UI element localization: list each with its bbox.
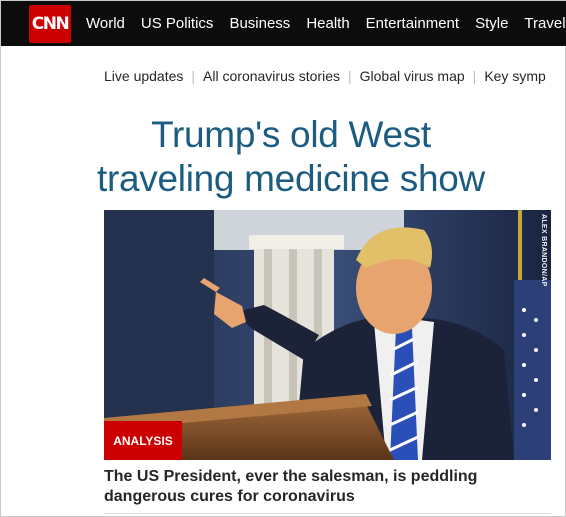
nav-item-style[interactable]: Style (475, 15, 508, 32)
article-headline[interactable]: Trump's old West traveling medicine show (81, 113, 501, 201)
nav-item-health[interactable]: Health (306, 15, 349, 32)
nav-item-travel[interactable]: Travel (524, 15, 565, 32)
photo-credit: ALEX BRANDON/AP (540, 214, 547, 287)
subnav-all-stories[interactable]: All coronavirus stories (203, 68, 340, 84)
coronavirus-subnav: Live updates | All coronavirus stories |… (104, 65, 546, 87)
subnav-divider: | (191, 68, 196, 84)
logo-text: CNN (31, 14, 70, 34)
top-navigation-bar: CNN World US Politics Business Health En… (1, 1, 566, 46)
cnn-logo[interactable]: CNN (29, 5, 71, 43)
headline-line-1: Trump's old West (151, 114, 431, 155)
nav-item-entertainment[interactable]: Entertainment (366, 15, 459, 32)
section-nav: World US Politics Business Health Entert… (86, 1, 566, 46)
subnav-key-symptoms[interactable]: Key symp (484, 68, 545, 84)
subnav-divider: | (347, 68, 352, 84)
nav-item-business[interactable]: Business (229, 15, 290, 32)
analysis-badge: ANALYSIS (104, 421, 182, 460)
subnav-divider: | (472, 68, 477, 84)
article-caption[interactable]: The US President, ever the salesman, is … (104, 467, 544, 507)
divider (104, 513, 551, 514)
subnav-global-virus-map[interactable]: Global virus map (360, 68, 465, 84)
nav-item-us-politics[interactable]: US Politics (141, 15, 214, 32)
headline-line-2: traveling medicine show (97, 158, 485, 199)
nav-item-world[interactable]: World (86, 15, 125, 32)
subnav-live-updates[interactable]: Live updates (104, 68, 183, 84)
